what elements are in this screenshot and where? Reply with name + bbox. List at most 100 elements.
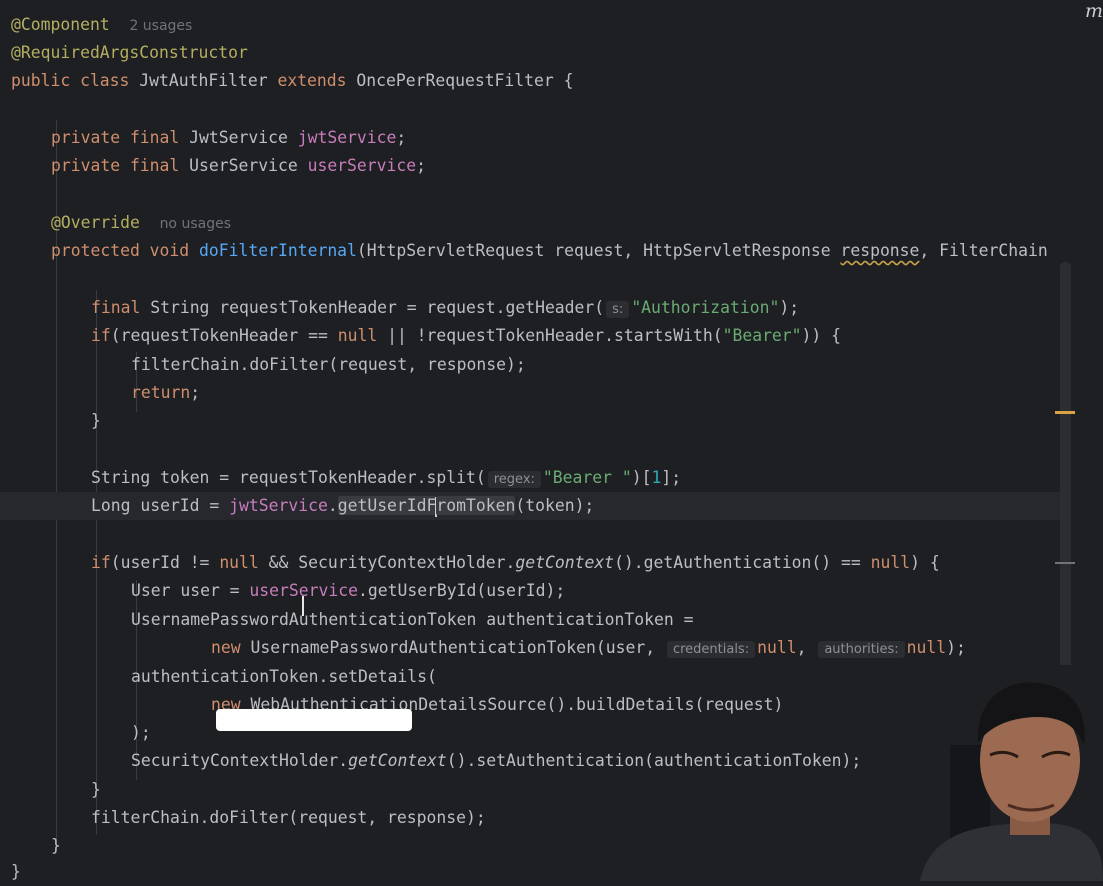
- code-string: "Authorization": [631, 298, 780, 317]
- code-keyword: if: [91, 553, 111, 572]
- warning-marker[interactable]: [1055, 411, 1075, 414]
- code-line[interactable]: protected void doFilterInternal(HttpServ…: [0, 237, 1068, 265]
- code-token: (token);: [515, 496, 595, 515]
- code-keyword: null: [870, 553, 911, 572]
- code-keyword: public class: [11, 71, 140, 90]
- code-line[interactable]: @Override no usages: [0, 209, 1068, 237]
- code-token: OncePerRequestFilter {: [356, 71, 574, 90]
- code-line[interactable]: if(requestTokenHeader == null || !reques…: [0, 322, 1068, 350]
- code-token: filterChain.doFilter(request, response);: [131, 355, 526, 374]
- code-keyword: final: [91, 298, 151, 317]
- usage-hint[interactable]: no usages: [160, 216, 231, 232]
- code-token: UsernamePasswordAuthenticationToken(user…: [250, 638, 665, 657]
- code-field: jwtService: [297, 128, 397, 147]
- code-token: String requestTokenHeader = request.getH…: [150, 298, 605, 317]
- code-token: 1: [651, 468, 662, 487]
- usage-marker[interactable]: [1055, 562, 1075, 564]
- code-line[interactable]: filterChain.doFilter(request, response);: [0, 351, 1068, 379]
- code-token: }: [91, 780, 101, 799]
- code-token: ().getAuthentication() ==: [614, 553, 871, 572]
- code-line[interactable]: }: [0, 407, 1068, 435]
- webcam-overlay: [890, 665, 1103, 881]
- code-line[interactable]: private final UserService userService;: [0, 152, 1068, 180]
- code-token: || !requestTokenHeader.startsWith(: [377, 326, 723, 345]
- mouse-ibeam-cursor: [302, 596, 304, 616]
- code-token: ;: [190, 383, 201, 402]
- vertical-scrollbar[interactable]: [1060, 262, 1071, 682]
- code-token: JwtService: [189, 128, 298, 147]
- code-token: romToken: [436, 496, 516, 515]
- code-token: }: [91, 411, 101, 430]
- code-token: getContext: [348, 751, 447, 770]
- code-token: (HttpServletRequest request, HttpServlet…: [356, 241, 841, 260]
- code-line[interactable]: User user = userService.getUserById(user…: [0, 577, 1068, 605]
- code-token: filterChain.doFilter(request, response);: [91, 808, 486, 827]
- code-field: jwtService: [229, 496, 328, 515]
- code-line[interactable]: Long userId = jwtService.getUserIdFromTo…: [0, 492, 1068, 520]
- code-annotation: @Component: [11, 15, 110, 34]
- code-keyword: extends: [277, 71, 357, 90]
- usage-hint[interactable]: 2 usages: [129, 18, 192, 34]
- code-line[interactable]: @RequiredArgsConstructor: [0, 39, 1068, 67]
- presenter-avatar: [890, 665, 1103, 881]
- code-token: (userId !=: [110, 553, 220, 572]
- code-line[interactable]: private final JwtService jwtService;: [0, 124, 1068, 152]
- code-token: authenticationToken.setDetails(: [131, 667, 437, 686]
- code-token: .: [327, 496, 338, 515]
- code-token: getContext: [515, 553, 615, 572]
- parameter-hint: regex:: [487, 471, 541, 488]
- code-token: ().setAuthentication(authenticationToken…: [446, 751, 862, 770]
- code-token: ;: [416, 156, 427, 175]
- code-token: (requestTokenHeader ==: [110, 326, 338, 345]
- code-token: String token = requestTokenHeader.split(: [91, 468, 486, 487]
- code-keyword: if: [91, 326, 111, 345]
- code-token: ];: [661, 468, 682, 487]
- parameter-hint: s:: [606, 301, 630, 318]
- code-line[interactable]: public class JwtAuthFilter extends OnceP…: [0, 67, 1068, 95]
- code-line[interactable]: if(userId != null && SecurityContextHold…: [0, 549, 1068, 577]
- code-field: userService: [307, 156, 417, 175]
- code-keyword: private final: [51, 156, 190, 175]
- code-keyword: null: [219, 553, 259, 572]
- code-keyword: null: [906, 638, 947, 657]
- code-line[interactable]: final String requestTokenHeader = reques…: [0, 294, 1068, 322]
- code-method: doFilterInternal: [199, 241, 357, 260]
- code-annotation: @Override: [51, 213, 140, 232]
- code-keyword: null: [757, 638, 797, 657]
- code-line[interactable]: return;: [0, 379, 1068, 407]
- code-line[interactable]: UsernamePasswordAuthenticationToken auth…: [0, 606, 1068, 634]
- code-token: )) {: [801, 326, 842, 345]
- code-token: SecurityContextHolder.: [131, 751, 349, 770]
- code-token: , FilterChain: [919, 241, 1048, 260]
- code-token: response: [840, 241, 920, 260]
- parameter-hint: credentials:: [666, 641, 756, 658]
- redaction-bar: [216, 709, 412, 731]
- code-token: }: [51, 836, 61, 855]
- code-keyword: private final: [51, 128, 190, 147]
- code-token: JwtAuthFilter: [139, 71, 278, 90]
- code-line[interactable]: new UsernamePasswordAuthenticationToken(…: [0, 634, 1068, 662]
- code-token: ) {: [910, 553, 940, 572]
- code-token: ;: [396, 128, 407, 147]
- code-token: Long userId =: [91, 496, 230, 515]
- code-token: .getUserById(userId);: [357, 581, 566, 600]
- code-token: )[: [631, 468, 652, 487]
- code-keyword: return: [131, 383, 191, 402]
- code-string: "Bearer ": [542, 468, 632, 487]
- code-keyword: null: [337, 326, 378, 345]
- code-line[interactable]: @Component 2 usages: [0, 11, 1068, 39]
- code-keyword: new: [211, 638, 251, 657]
- code-token: ,: [796, 638, 817, 657]
- code-token: User user =: [131, 581, 250, 600]
- code-token: UserService: [189, 156, 308, 175]
- code-annotation: @RequiredArgsConstructor: [11, 43, 248, 62]
- code-token: && SecurityContextHolder.: [258, 553, 516, 572]
- window-corner-glyph: m: [1085, 0, 1103, 22]
- code-line[interactable]: String token = requestTokenHeader.split(…: [0, 464, 1068, 492]
- code-token: }: [11, 862, 21, 881]
- code-keyword: protected void: [51, 241, 200, 260]
- code-token: UsernamePasswordAuthenticationToken auth…: [131, 610, 694, 629]
- code-token: );: [946, 638, 966, 657]
